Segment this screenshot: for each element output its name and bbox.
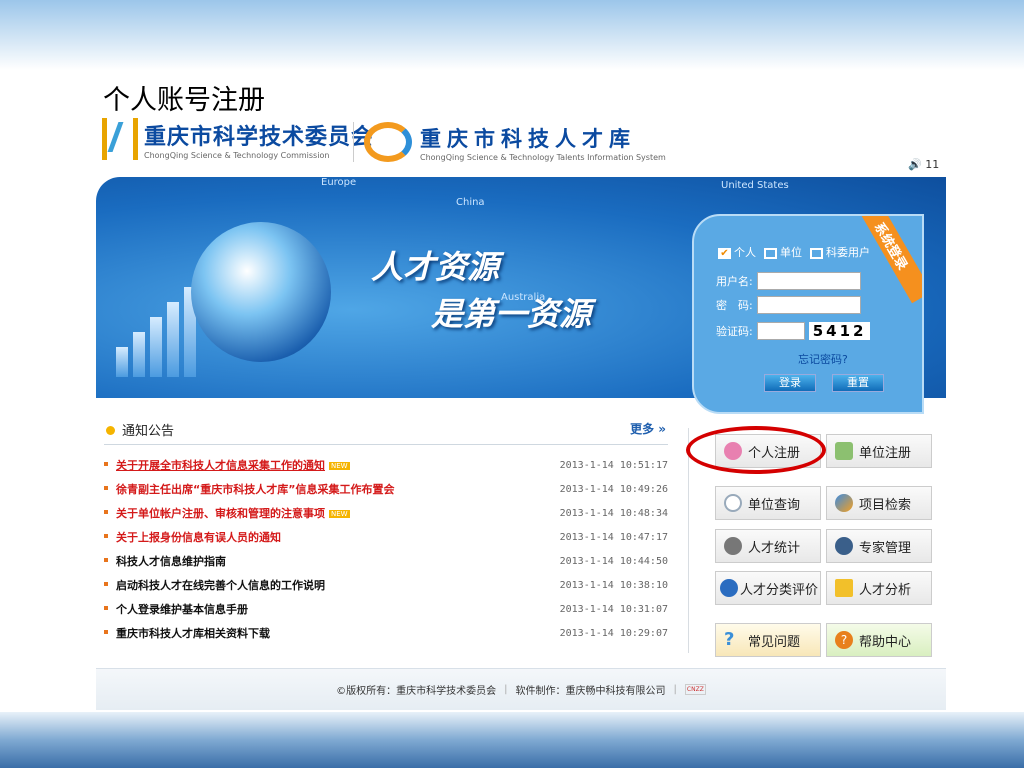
talent-analysis-button[interactable]: 人才分析 [826,571,932,605]
notice-link[interactable]: 启动科技人才在线完善个人信息的工作说明 [116,577,325,593]
notice-item[interactable]: 徐青副主任出席“重庆市科技人才库”信息采集工作布置会 2013-1-14 10:4… [104,477,668,501]
copyright-text: ©版权所有：重庆市科学技术委员会 [336,686,497,697]
talent-evaluation-button[interactable]: 人才分类评价 [715,571,821,605]
notice-link[interactable]: 科技人才信息维护指南 [116,553,226,569]
talent-db-name: 重庆市科技人才库 [420,126,636,151]
slide-top-band [0,0,1024,70]
commission-logo[interactable]: 重庆市科学技术委员会 ChongQing Science & Technology… [102,118,374,160]
speaker-icon: 🔊 [908,158,922,171]
notice-link[interactable]: 关于开展全市科技人才信息采集工作的通知 [116,459,325,472]
username-input[interactable] [756,272,861,290]
group-icon [724,537,742,555]
online-count: 11 [925,158,940,171]
footer: ©版权所有：重庆市科学技术委员会 | 软件制作：重庆畅中科技有限公司 | CNZ… [96,668,946,710]
slogan-line1: 人才资源 [371,248,500,286]
password-input[interactable] [756,296,861,314]
notice-item[interactable]: 启动科技人才在线完善个人信息的工作说明 2013-1-14 10:38:10 [104,573,668,597]
captcha-input[interactable] [756,322,805,340]
notice-date: 2013-1-14 10:44:50 [559,555,668,567]
software-maker-text: 软件制作：重庆畅中科技有限公司 [515,686,666,697]
footer-separator: | [504,684,508,695]
more-link[interactable]: 更多 » [630,420,666,439]
notice-link[interactable]: 关于上报身份信息有误人员的通知 [116,529,281,545]
login-button[interactable]: 登录 [764,374,816,392]
role-commission-checkbox[interactable]: 科委用户 [810,244,870,260]
talent-db-logo[interactable]: 重庆市科技人才库 ChongQing Science & Technology T… [364,122,666,162]
person-star-icon [720,579,738,597]
bar-chart-graphic [116,287,196,377]
captcha-image[interactable]: 5412 [808,322,871,340]
talent-db-name-en: ChongQing Science & Technology Talents I… [420,152,666,162]
talent-db-logo-icon [364,122,412,162]
notice-date: 2013-1-14 10:49:26 [559,483,668,495]
notice-item[interactable]: 关于单位帐户注册、审核和管理的注意事项 NEW 2013-1-14 10:48:34 [104,501,668,525]
slide-title: 个人账号注册 [103,85,265,116]
unit-register-button[interactable]: 单位注册 [826,434,932,468]
expert-management-button[interactable]: 专家管理 [826,529,932,563]
talent-stats-button[interactable]: 人才统计 [715,529,821,563]
help-center-button[interactable]: ? 帮助中心 [826,623,932,657]
cubes-icon [835,494,853,512]
map-label: China [456,197,485,208]
new-badge: NEW [329,462,350,470]
unit-query-button[interactable]: 单位查询 [715,486,821,520]
username-label: 用户名: [716,275,753,288]
globe-graphic [191,222,331,362]
magnifier-icon [724,494,742,512]
notice-date: 2013-1-14 10:47:17 [559,531,668,543]
project-search-button[interactable]: 项目检索 [826,486,932,520]
notice-date: 2013-1-14 10:38:10 [559,579,668,591]
notice-link[interactable]: 关于单位帐户注册、审核和管理的注意事项 [116,507,325,520]
login-panel: 系统登录 ✔ 个人 单位 科委用户 用户名: 密 码: 验证码: 5412 忘记密码… [692,214,924,414]
notice-link[interactable]: 个人登录维护基本信息手册 [116,601,248,617]
password-label: 密 码: [716,299,753,312]
notice-link[interactable]: 重庆市科技人才库相关资料下载 [116,625,270,641]
notice-title: 通知公告 [106,420,174,439]
highlight-circle-annotation [686,426,826,474]
reset-button[interactable]: 重置 [832,374,884,392]
notice-date: 2013-1-14 10:51:17 [559,459,668,471]
forgot-password-link[interactable]: 忘记密码? [798,351,848,367]
panel-divider [688,428,689,653]
notice-date: 2013-1-14 10:29:07 [559,627,668,639]
role-unit-checkbox[interactable]: 单位 [764,244,802,260]
notice-item[interactable]: 科技人才信息维护指南 2013-1-14 10:44:50 [104,549,668,573]
slide-bottom-band [0,712,1024,768]
faq-button[interactable]: ? 常见问题 [715,623,821,657]
slogan-line2: 是第一资源 [431,295,592,333]
notice-item[interactable]: 个人登录维护基本信息手册 2013-1-14 10:31:07 [104,597,668,621]
pencil-icon [835,579,853,597]
cnzz-stats-icon[interactable]: CNZZ [684,684,706,695]
notice-panel: 通知公告 更多 » 关于开展全市科技人才信息采集工作的通知 NEW 2013-1-14… [104,418,668,645]
notice-link[interactable]: 徐青副主任出席“重庆市科技人才库”信息采集工作布置会 [116,481,394,497]
role-personal-checkbox[interactable]: ✔ 个人 [718,244,756,260]
help-icon: ? [835,631,853,649]
footer-separator: | [673,684,677,695]
question-icon: ? [724,629,735,650]
notice-item[interactable]: 关于上报身份信息有误人员的通知 2013-1-14 10:47:17 [104,525,668,549]
map-label: United States [721,180,789,191]
commission-logo-icon [102,118,138,160]
notice-date: 2013-1-14 10:48:34 [559,507,668,519]
map-label: Europe [321,177,357,188]
online-indicator: 🔊 11 [908,158,939,171]
expert-icon [835,537,853,555]
commission-name-en: ChongQing Science & Technology Commissio… [144,150,330,160]
logo-divider [353,122,354,162]
commission-name: 重庆市科学技术委员会 [144,124,375,150]
captcha-label: 验证码: [716,325,753,338]
notice-item[interactable]: 重庆市科技人才库相关资料下载 2013-1-14 10:29:07 [104,621,668,645]
new-badge: NEW [329,510,350,518]
notice-item[interactable]: 关于开展全市科技人才信息采集工作的通知 NEW 2013-1-14 10:51:17 [104,453,668,477]
id-card-icon [835,442,853,460]
notice-date: 2013-1-14 10:31:07 [559,603,668,615]
